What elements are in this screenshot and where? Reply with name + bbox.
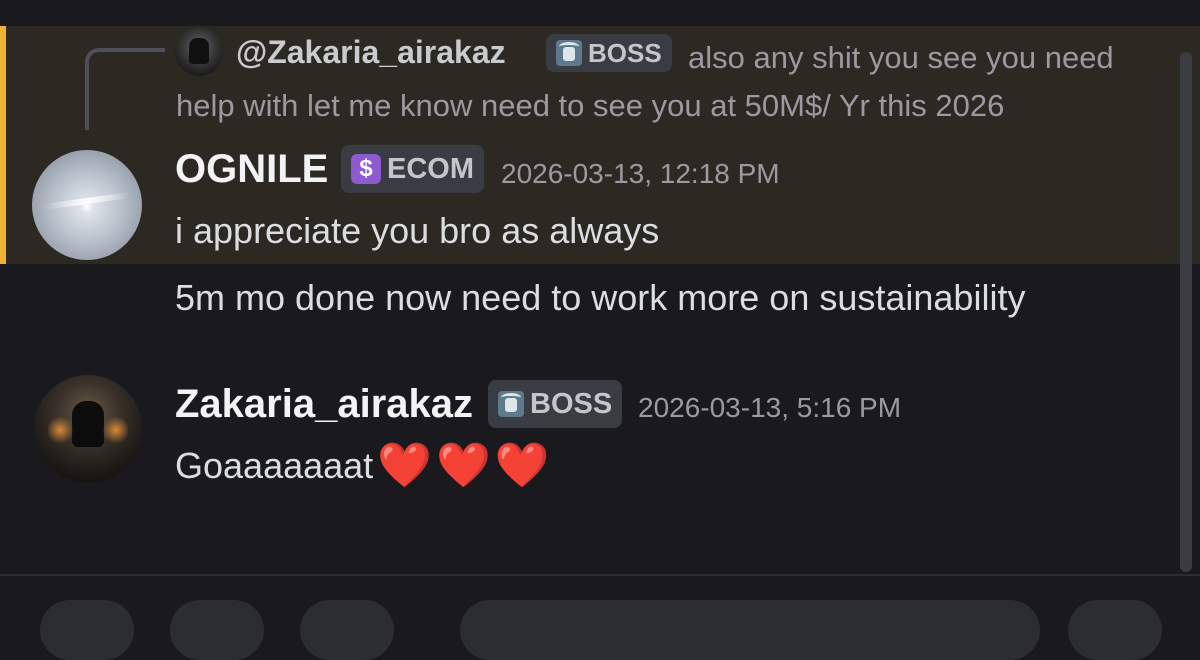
composer-divider: [0, 574, 1200, 576]
ecom-icon: $: [351, 154, 381, 184]
message-timestamp: 2026-03-13, 5:16 PM: [638, 392, 902, 423]
avatar[interactable]: [32, 150, 142, 260]
reply-role-tag[interactable]: BOSS: [546, 34, 672, 72]
heart-emoji: ❤️: [494, 441, 550, 490]
role-tag-label: ECOM: [387, 152, 474, 185]
reply-author[interactable]: @Zakaria_airakaz: [236, 34, 506, 71]
goat-icon: [498, 391, 524, 417]
message-line: 5m mo done now need to work more on sust…: [175, 277, 1026, 318]
message-line: Goaaaaaaat ❤️ ❤️ ❤️: [175, 444, 550, 488]
reply-role-label: BOSS: [588, 37, 662, 68]
message-author[interactable]: OGNILE: [175, 147, 328, 192]
message-input[interactable]: [460, 600, 1040, 660]
message-author[interactable]: Zakaria_airakaz: [175, 382, 473, 427]
role-tag[interactable]: $ ECOM: [341, 145, 484, 193]
voice-button[interactable]: [1068, 600, 1162, 660]
top-strip: [0, 0, 1200, 26]
role-tag[interactable]: BOSS: [488, 380, 623, 428]
message-line: i appreciate you bro as always: [175, 210, 660, 251]
message-timestamp: 2026-03-13, 12:18 PM: [501, 158, 780, 189]
apps-button[interactable]: [170, 600, 264, 660]
gift-button[interactable]: [300, 600, 394, 660]
heart-emoji: ❤️: [377, 441, 432, 490]
add-button[interactable]: [40, 600, 134, 660]
goat-icon: [556, 40, 582, 66]
role-tag-label: BOSS: [530, 387, 613, 420]
mention-bar: [0, 26, 6, 264]
message-text: Goaaaaaaat: [175, 445, 374, 486]
reply-spine: [85, 48, 165, 130]
avatar[interactable]: [34, 375, 142, 483]
scrollbar[interactable]: [1180, 52, 1192, 572]
heart-emoji: ❤️: [435, 441, 491, 490]
